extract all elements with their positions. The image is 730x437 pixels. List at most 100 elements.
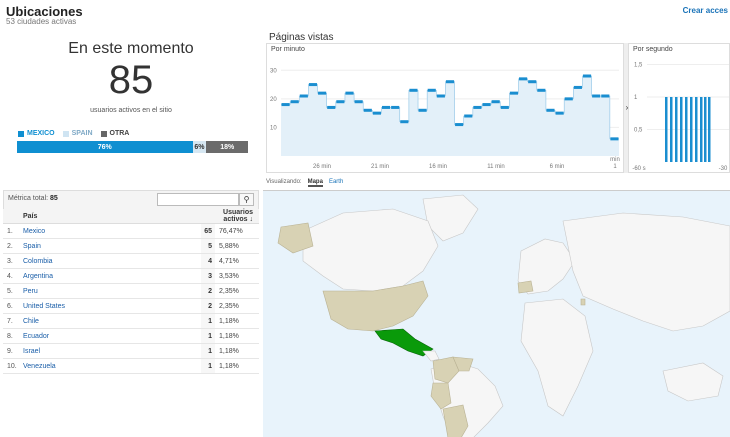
minute-bar — [327, 105, 336, 109]
table-row: 1. Mexico 65 76,47% — [3, 223, 259, 239]
search-icon: ⚲ — [243, 195, 250, 204]
minute-bar — [436, 94, 445, 98]
africa-shape — [520, 298, 594, 417]
minute-bar — [519, 77, 528, 81]
table-header-row: País Usuarios activos ↓ — [3, 209, 259, 224]
y-tick-label: 1,5 — [634, 63, 643, 69]
minute-bar — [427, 88, 436, 92]
minute-bar — [381, 105, 391, 109]
minute-bar — [564, 97, 573, 101]
share-segment: 6% — [192, 141, 207, 153]
minute-bar — [555, 111, 564, 115]
minute-bar — [391, 105, 400, 109]
minute-bar — [582, 74, 592, 78]
x-tick-label: 1 — [613, 164, 617, 170]
country-link[interactable]: Spain — [23, 243, 41, 250]
country-link[interactable]: Argentina — [23, 273, 53, 280]
realtime-label: En este momento — [68, 40, 194, 57]
create-shortcut-link[interactable]: Crear acces — [683, 6, 728, 15]
table-row: 8. Ecuador 1 1,18% — [3, 328, 259, 344]
second-bar — [665, 97, 668, 162]
minute-bar — [482, 103, 491, 107]
country-link[interactable]: Venezuela — [23, 363, 56, 370]
row-percent: 1,18% — [215, 358, 259, 374]
minute-bar — [464, 114, 473, 118]
x-tick-label: 26 min — [313, 164, 331, 170]
row-index: 2. — [3, 238, 23, 254]
second-bar — [675, 97, 678, 162]
world-map[interactable] — [263, 190, 730, 437]
x-tick-label: 16 min — [429, 164, 447, 170]
country-link[interactable]: United States — [23, 303, 65, 310]
australia-shape — [662, 362, 724, 402]
active-users-caption: usuarios activos en el sitio — [90, 107, 172, 114]
header-country[interactable]: País — [23, 209, 201, 224]
share-segment: 76% — [17, 141, 193, 153]
country-link[interactable]: Chile — [23, 318, 39, 325]
second-bar — [704, 97, 707, 162]
table-row: 6. United States 2 2,35% — [3, 298, 259, 314]
y-tick-label: 0,5 — [634, 128, 643, 134]
legend-item-other: OTRA — [100, 130, 129, 137]
central-america-shape — [422, 350, 440, 362]
minute-bar — [546, 108, 555, 112]
row-users: 1 — [201, 328, 215, 344]
search-input[interactable] — [157, 193, 239, 206]
legend-label: MEXICO — [27, 130, 55, 137]
page-subtitle: 53 ciudades activas — [6, 17, 77, 26]
legend-swatch — [62, 130, 69, 137]
table-row: 10. Venezuela 1 1,18% — [3, 358, 259, 374]
minute-bar — [363, 108, 372, 112]
row-country: Peru — [23, 283, 201, 299]
minute-bar — [281, 103, 290, 107]
row-index: 1. — [3, 223, 23, 239]
legend-swatch — [100, 130, 107, 137]
spain-shape — [517, 280, 534, 294]
world-map-svg — [277, 194, 730, 437]
view-toggle-label: Visualizando: — [266, 179, 302, 185]
israel-shape — [580, 298, 586, 306]
second-bar — [680, 97, 683, 162]
legend-swatch — [18, 130, 24, 137]
tab-map[interactable]: Mapa — [307, 179, 323, 187]
row-percent: 2,35% — [215, 298, 259, 314]
pageviews-title: Páginas vistas — [269, 32, 334, 43]
row-index: 6. — [3, 298, 23, 314]
row-users: 3 — [201, 268, 215, 284]
row-index: 10. — [3, 358, 23, 374]
row-users: 1 — [201, 313, 215, 329]
row-country: Mexico — [23, 223, 201, 239]
minute-bar — [509, 91, 519, 95]
minute-bar — [409, 88, 418, 92]
minute-bar — [336, 100, 345, 104]
row-users: 1 — [201, 358, 215, 374]
country-link[interactable]: Peru — [23, 288, 38, 295]
row-users: 4 — [201, 253, 215, 269]
row-country: Spain — [23, 238, 201, 254]
minute-bar — [528, 80, 537, 84]
x-tick-label: -30 — [719, 166, 728, 172]
row-users: 2 — [201, 283, 215, 299]
tab-earth[interactable]: Earth — [329, 179, 343, 187]
sort-desc-icon: ↓ — [249, 216, 254, 223]
minute-bar — [318, 91, 327, 95]
row-index: 7. — [3, 313, 23, 329]
y-tick-label: 1 — [634, 95, 638, 101]
minute-bar — [290, 100, 299, 104]
second-bar — [708, 97, 711, 162]
header-users[interactable]: Usuarios activos ↓ — [201, 209, 259, 224]
country-link[interactable]: Ecuador — [23, 333, 49, 340]
x-tick-label: 11 min — [487, 164, 505, 170]
search-button[interactable]: ⚲ — [239, 193, 254, 206]
legend-label: SPAIN — [71, 130, 93, 137]
country-link[interactable]: Colombia — [23, 258, 53, 265]
row-country: United States — [23, 298, 201, 314]
country-link[interactable]: Mexico — [23, 228, 45, 235]
row-country: Israel — [23, 343, 201, 359]
country-link[interactable]: Israel — [23, 348, 40, 355]
minute-bar — [354, 100, 363, 104]
row-percent: 5,88% — [215, 238, 259, 254]
metric-total-value: 85 — [50, 195, 58, 202]
minute-bar — [400, 120, 409, 124]
y-tick-label: 10 — [270, 125, 277, 131]
